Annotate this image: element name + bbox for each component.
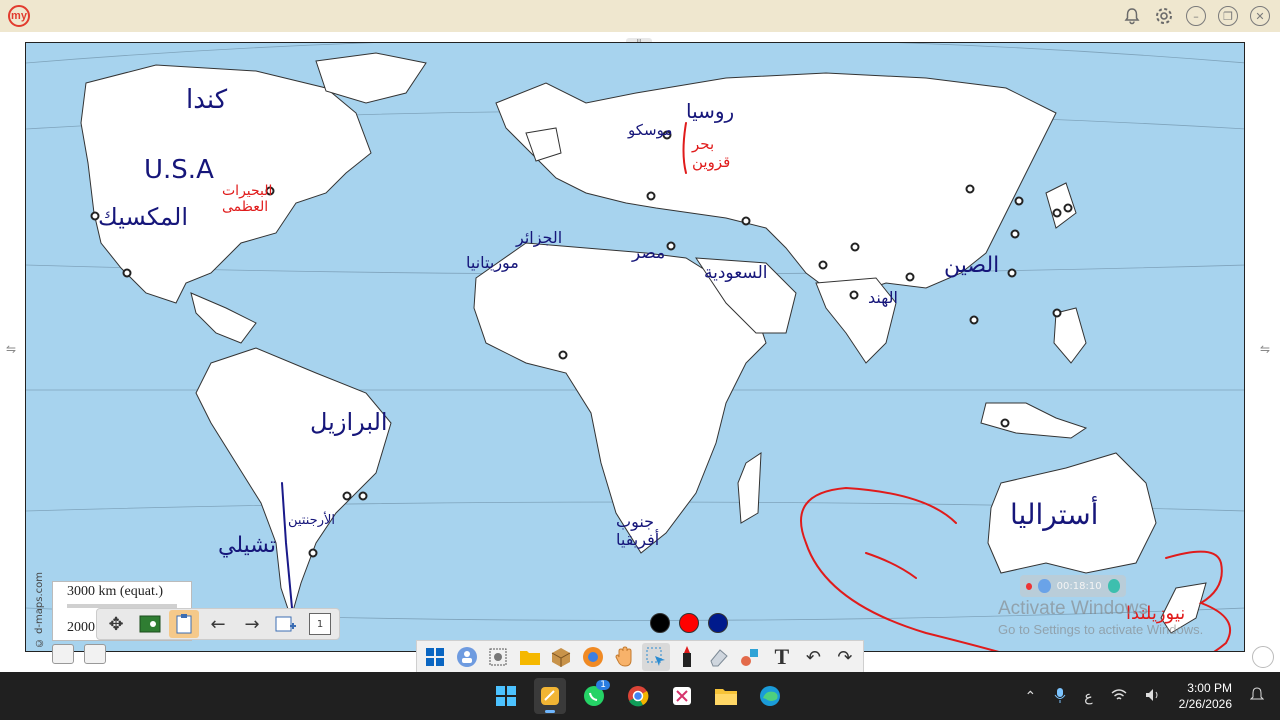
file-explorer-icon[interactable] [710, 678, 742, 714]
undo-icon[interactable]: ↶ [799, 643, 827, 671]
clock[interactable]: 3:00 PM 2/26/2026 [1179, 680, 1232, 712]
windows-icon[interactable] [421, 643, 449, 671]
annotation-moscow: موسكو [628, 121, 673, 139]
language-indicator[interactable]: ع [1084, 688, 1092, 705]
annotation-usa: U.S.A [144, 155, 214, 185]
snip-icon[interactable] [666, 678, 698, 714]
stop-icon[interactable] [1107, 579, 1121, 593]
activate-subtitle: Go to Settings to activate Windows. [998, 622, 1204, 637]
redo-icon[interactable]: ↷ [831, 643, 859, 671]
close-button[interactable]: ✕ [1248, 4, 1272, 28]
pen-color-red[interactable] [679, 613, 699, 633]
annotation-russia: روسيا [686, 99, 735, 123]
edge-icon[interactable] [754, 678, 786, 714]
logo-icon: my [8, 5, 30, 27]
notes-icon[interactable] [534, 678, 566, 714]
annotation-algeria: الجزائر [516, 228, 563, 247]
clipboard-icon[interactable] [169, 610, 199, 638]
logo-text: my [11, 10, 27, 22]
clock-date: 2/26/2026 [1178, 697, 1232, 711]
annotation-egypt: مصر [632, 243, 666, 263]
annotation-mexico: المكسيك [98, 203, 188, 231]
annotation-canada: كندا [186, 85, 228, 115]
activate-title: Activate Windows [998, 598, 1148, 619]
move-icon[interactable]: ✥ [101, 610, 131, 638]
marker-icon[interactable] [673, 643, 701, 671]
annotation-chile: تشيلي [218, 533, 277, 558]
text-icon[interactable]: T [768, 643, 796, 671]
assistant-icon[interactable] [1252, 646, 1274, 668]
corner-icons [52, 644, 106, 664]
annotation-china: الصين [944, 253, 1000, 278]
folder-icon[interactable] [516, 643, 544, 671]
app-titlebar: my – ❐ ✕ [0, 0, 1280, 32]
hand-icon[interactable] [610, 643, 638, 671]
annotation-caspian-sea: بحر قزوين [692, 135, 731, 171]
minimize-icon: – [1186, 6, 1206, 26]
microphone-icon[interactable] [1054, 687, 1066, 706]
whiteboard-canvas[interactable]: JI ⇋ ⇋ [0, 32, 1280, 674]
annotation-india: الهند [868, 288, 898, 307]
chrome-icon[interactable] [622, 678, 654, 714]
start-icon[interactable] [490, 678, 522, 714]
select-icon[interactable] [641, 643, 670, 671]
annotation-argentina: الأرجنتين [288, 513, 336, 528]
chevron-up-icon[interactable]: ⌃ [1025, 688, 1037, 705]
wifi-icon[interactable] [1111, 688, 1127, 705]
page-number-button[interactable]: 1 [305, 610, 335, 638]
system-tray: ⌃ ع 3:00 PM 2/26/2026 [1025, 672, 1265, 720]
recorder-time: 00:18:10 [1056, 580, 1102, 592]
bell-icon[interactable] [1120, 4, 1144, 28]
restore-icon: ❐ [1218, 6, 1238, 26]
app-logo[interactable]: my [8, 5, 30, 27]
shapes-icon[interactable] [736, 643, 764, 671]
annotation-mauritania: موريتانيا [466, 253, 519, 272]
box-icon[interactable] [547, 643, 575, 671]
annotation-great-lakes: البحيرات العظمى [222, 183, 273, 215]
notification-icon[interactable] [1249, 686, 1265, 706]
clock-time: 3:00 PM [1187, 681, 1232, 695]
chart-icon[interactable] [84, 644, 106, 664]
scale-label-2: 2000 [67, 620, 95, 635]
map-credit: © d-maps.com [34, 572, 45, 649]
add-page-icon[interactable] [271, 610, 301, 638]
right-panel-toggle-icon[interactable]: ⇋ [1260, 342, 1270, 356]
pause-icon[interactable] [1038, 579, 1051, 593]
minimize-button[interactable]: – [1184, 4, 1208, 28]
taskbar-apps: 1 [490, 678, 786, 714]
activate-windows-watermark: Activate Windows Go to Settings to activ… [998, 598, 1203, 637]
record-indicator-icon [1026, 582, 1033, 590]
whiteboard-icon[interactable] [135, 610, 165, 638]
back-arrow-icon[interactable]: ← [203, 610, 233, 638]
whatsapp-icon[interactable]: 1 [578, 678, 610, 714]
annotation-toolbar: T ↶ ↷ [416, 640, 864, 674]
browser-icon[interactable] [579, 643, 607, 671]
annotation-south-africa: جنوب أفريقيا [616, 512, 660, 549]
users-icon[interactable] [453, 643, 481, 671]
camera-icon[interactable] [484, 643, 512, 671]
image-icon[interactable] [52, 644, 74, 664]
page-number: 1 [309, 613, 331, 635]
gear-icon[interactable] [1152, 4, 1176, 28]
eraser-icon[interactable] [705, 643, 733, 671]
world-map: كندا U.S.A المكسيك البحيرات العظمى روسيا… [25, 42, 1245, 652]
pen-color-picker [650, 613, 728, 633]
restore-button[interactable]: ❐ [1216, 4, 1240, 28]
left-panel-toggle-icon[interactable]: ⇋ [6, 342, 16, 356]
pen-color-blue[interactable] [708, 613, 728, 633]
window-controls: – ❐ ✕ [1120, 4, 1272, 28]
screen-recorder-widget[interactable]: 00:18:10 [1020, 575, 1126, 597]
annotation-brazil: البرازيل [310, 408, 388, 436]
scale-label: 3000 km (equat.) [67, 584, 164, 599]
close-icon: ✕ [1250, 6, 1270, 26]
whatsapp-badge: 1 [596, 680, 610, 690]
page-toolbar: ✥ ← → 1 [96, 608, 340, 640]
annotation-saudi-arabia: السعودية [704, 263, 768, 283]
forward-arrow-icon[interactable]: → [237, 610, 267, 638]
pen-color-black[interactable] [650, 613, 670, 633]
windows-taskbar: 1 ⌃ ع 3:00 PM 2/26/2026 [0, 672, 1280, 720]
volume-icon[interactable] [1145, 688, 1161, 705]
annotation-australia: أستراليا [1010, 498, 1099, 531]
